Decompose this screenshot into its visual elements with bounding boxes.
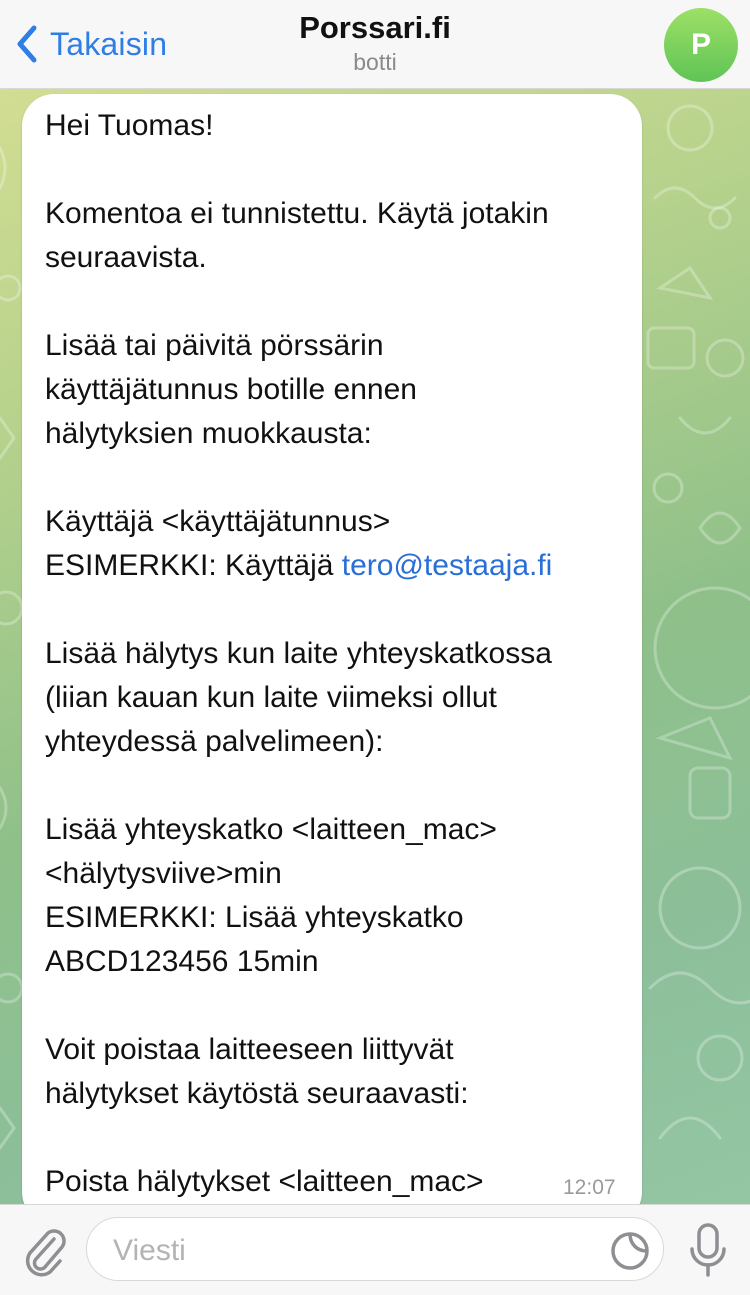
- message-line: Hei Tuomas!: [45, 109, 214, 142]
- message-line: Komentoa ei tunnistettu. Käytä jotakin: [45, 197, 549, 230]
- message-line: Käyttäjä <käyttäjätunnus>: [45, 505, 391, 538]
- chat-title-block[interactable]: Porssari.fi botti: [0, 8, 750, 76]
- message-line: käyttäjätunnus botille ennen: [45, 373, 417, 406]
- email-link[interactable]: tero@testaaja.fi: [342, 549, 553, 582]
- message-line: (liian kauan kun laite viimeksi ollut: [45, 681, 497, 714]
- message-line: Lisää tai päivitä pörssärin: [45, 329, 384, 362]
- message-line: Voit poistaa laitteeseen liittyvät: [45, 1033, 454, 1066]
- message-timestamp: 12:07: [563, 1176, 616, 1199]
- message-line: <hälytysviive>min: [45, 857, 282, 890]
- chat-subtitle: botti: [353, 49, 397, 75]
- message-line: ABCD123456 15min: [45, 945, 319, 978]
- chat-title: Porssari.fi: [299, 10, 451, 45]
- sticker-icon[interactable]: [609, 1230, 651, 1272]
- message-line-with-link: ESIMERKKI: Käyttäjä tero@testaaja.fi: [45, 544, 635, 588]
- message-line: Poista hälytykset <laitteen_mac>: [45, 1165, 484, 1198]
- microphone-icon[interactable]: [688, 1221, 728, 1281]
- message-line: Lisää yhteyskatko <laitteen_mac>: [45, 813, 497, 846]
- message-line: ESIMERKKI: Lisää yhteyskatko: [45, 901, 464, 934]
- message-line: Lisää hälytys kun laite yhteyskatkossa: [45, 637, 552, 670]
- message-line-prefix: ESIMERKKI: Käyttäjä: [45, 549, 342, 582]
- avatar[interactable]: P: [664, 8, 738, 82]
- message-input[interactable]: [111, 1228, 595, 1274]
- message-line: hälytykset käytöstä seuraavasti:: [45, 1077, 469, 1110]
- chat-header: Takaisin Porssari.fi botti P: [0, 0, 750, 89]
- message-line: hälytyksien muokkausta:: [45, 417, 372, 450]
- message-text: Hei Tuomas! Komentoa ei tunnistettu. Käy…: [45, 104, 635, 1204]
- avatar-letter: P: [690, 28, 711, 61]
- input-bar: [0, 1204, 750, 1295]
- message-line: yhteydessä palvelimeen):: [45, 725, 384, 758]
- paperclip-icon[interactable]: [20, 1225, 68, 1277]
- message-line: seuraavista.: [45, 241, 207, 274]
- message-input-wrapper: [86, 1217, 664, 1281]
